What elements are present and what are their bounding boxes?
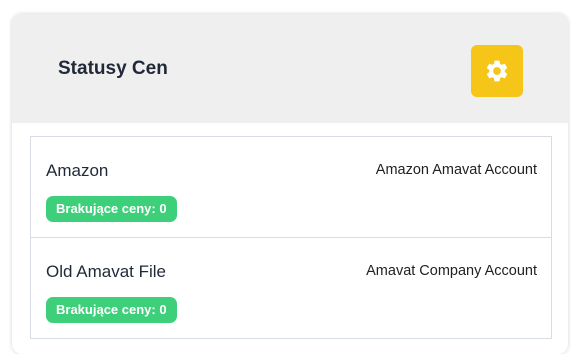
gear-icon — [486, 60, 508, 82]
settings-button[interactable] — [471, 45, 523, 97]
item-account: Amazon Amavat Account — [375, 162, 537, 178]
list-item[interactable]: Old Amavat File Amavat Company Account B… — [31, 238, 551, 339]
price-status-list: Amazon Amazon Amavat Account Brakujące c… — [30, 136, 552, 339]
missing-prices-badge: Brakujące ceny: 0 — [46, 196, 177, 222]
card-title: Statusy Cen — [58, 58, 168, 79]
price-status-card: Statusy Cen Amazon Amazon Amavat Account… — [12, 14, 568, 354]
item-name: Amazon — [46, 161, 109, 180]
missing-prices-badge: Brakujące ceny: 0 — [46, 297, 177, 323]
card-header: Statusy Cen — [12, 14, 568, 123]
item-name: Old Amavat File — [46, 262, 166, 281]
list-item[interactable]: Amazon Amazon Amavat Account Brakujące c… — [31, 137, 551, 238]
item-account: Amavat Company Account — [366, 263, 537, 279]
